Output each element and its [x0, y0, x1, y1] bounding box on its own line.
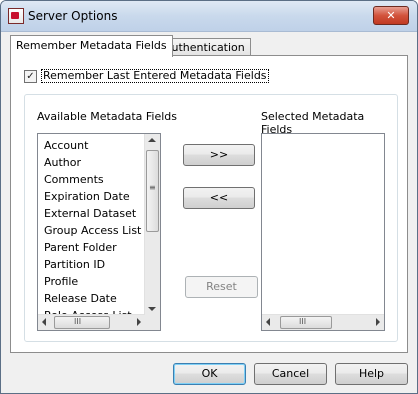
- list-item[interactable]: Account: [44, 137, 141, 154]
- remember-fields-label[interactable]: Remember Last Entered Metadata Fields: [41, 69, 269, 83]
- hscroll-grip-icon: III: [299, 317, 307, 326]
- tab-strip: Remember Metadata Fields Authentication: [10, 35, 408, 57]
- scroll-down-arrow-icon[interactable]: [148, 307, 156, 311]
- list-item[interactable]: Group Access List: [44, 222, 141, 239]
- scrollbar-corner: [145, 315, 160, 330]
- scroll-right-arrow-icon[interactable]: [137, 318, 141, 326]
- list-item[interactable]: Release Date: [44, 290, 141, 307]
- scroll-up-arrow-icon[interactable]: [148, 138, 156, 142]
- list-item[interactable]: Comments: [44, 171, 141, 188]
- scroll-right-arrow-icon[interactable]: [376, 318, 380, 326]
- available-vertical-scrollbar[interactable]: ≡: [144, 134, 160, 315]
- scroll-grip-icon: ≡: [149, 183, 156, 192]
- list-item[interactable]: Author: [44, 154, 141, 171]
- available-fields-items: Account Author Comments Expiration Date …: [44, 137, 141, 324]
- title-bar[interactable]: Server Options ✕: [1, 1, 417, 32]
- help-button[interactable]: Help: [335, 363, 408, 385]
- server-options-dialog: Server Options ✕ Remember Metadata Field…: [0, 0, 418, 394]
- list-item[interactable]: Partition ID: [44, 256, 141, 273]
- close-button[interactable]: ✕: [373, 6, 409, 25]
- list-item[interactable]: Profile: [44, 273, 141, 290]
- remove-fields-button[interactable]: <<: [183, 187, 255, 209]
- ok-button[interactable]: OK: [173, 363, 246, 385]
- remember-fields-checkbox[interactable]: ✓: [24, 69, 37, 83]
- app-icon: [8, 8, 24, 24]
- horizontal-scroll-thumb[interactable]: III: [280, 316, 332, 329]
- list-item[interactable]: Parent Folder: [44, 239, 141, 256]
- scroll-left-arrow-icon[interactable]: [266, 318, 270, 326]
- metadata-fields-group: Available Metadata Fields Selected Metad…: [24, 94, 398, 342]
- available-fields-label: Available Metadata Fields: [37, 110, 177, 123]
- available-horizontal-scrollbar[interactable]: III: [38, 314, 145, 330]
- remember-metadata-panel: ✓ Remember Last Entered Metadata Fields …: [10, 55, 408, 353]
- selected-fields-list[interactable]: III: [261, 133, 385, 331]
- scroll-left-arrow-icon[interactable]: [42, 318, 46, 326]
- tab-remember-metadata-fields[interactable]: Remember Metadata Fields: [10, 35, 173, 57]
- hscroll-grip-icon: III: [74, 317, 82, 326]
- list-item[interactable]: Expiration Date: [44, 188, 141, 205]
- available-fields-list[interactable]: Account Author Comments Expiration Date …: [37, 133, 161, 331]
- cancel-button[interactable]: Cancel: [254, 363, 327, 385]
- remember-fields-row[interactable]: ✓ Remember Last Entered Metadata Fields: [24, 69, 269, 83]
- horizontal-scroll-thumb[interactable]: III: [54, 316, 110, 329]
- window-title: Server Options: [28, 9, 118, 23]
- selected-horizontal-scrollbar[interactable]: III: [262, 314, 384, 330]
- vertical-scroll-thumb[interactable]: ≡: [146, 150, 159, 232]
- list-item[interactable]: External Dataset: [44, 205, 141, 222]
- add-fields-button[interactable]: >>: [183, 144, 255, 166]
- reset-button[interactable]: Reset: [185, 276, 258, 298]
